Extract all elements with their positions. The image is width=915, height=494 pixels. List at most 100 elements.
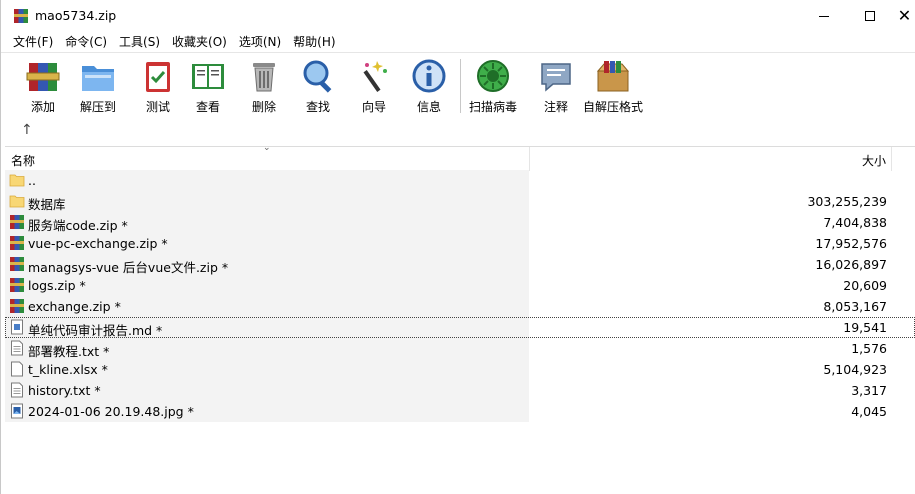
file-row[interactable]: 数据库 303,255,239 [5,191,915,212]
file-name: 2024-01-06 20.19.48.jpg * [28,404,194,419]
sort-indicator-icon: ⌄ [263,143,271,153]
file-size: 17,952,576 [815,236,887,251]
close-icon: ✕ [898,8,911,24]
file-name: 单纯代码审计报告.md * [28,320,162,339]
minimize-button[interactable] [801,0,847,32]
scan-virus-label: 扫描病毒 [469,98,517,115]
file-row[interactable]: history.txt * 3,317 [5,380,915,401]
window-title: mao5734.zip [35,8,116,23]
file-list[interactable]: .. 数据库 303,255,239 服务端code.zip * 7,404,838 vu… [5,170,915,494]
up-folder-icon[interactable]: ↑ [21,122,33,138]
comment-icon [537,57,575,95]
file-size: 19,541 [843,320,887,335]
magnifier-icon [299,57,337,95]
column-divider[interactable] [529,147,530,171]
document-file-icon [9,361,25,377]
menu-tools[interactable]: 工具(S) [113,32,166,52]
file-row[interactable]: managsys-vue 后台vue文件.zip * 16,026,897 [5,254,915,275]
file-size: 20,609 [843,278,887,293]
title-bar[interactable]: mao5734.zip ✕ [1,0,915,32]
file-row[interactable]: logs.zip * 20,609 [5,275,915,296]
menu-favorites[interactable]: 收藏夹(O) [166,32,233,52]
info-icon [410,57,448,95]
file-row[interactable]: 单纯代码审计报告.md * 19,541 [5,317,915,338]
file-name: 数据库 [28,194,66,213]
file-size: 7,404,838 [823,215,887,230]
test-clipboard-icon [139,57,177,95]
column-divider[interactable] [891,147,892,171]
trash-icon [245,57,283,95]
find-button[interactable]: 查找 [299,57,337,115]
column-size-header[interactable]: 大小 [862,152,886,169]
menu-commands[interactable]: 命令(C) [59,32,113,52]
view-book-icon [189,57,227,95]
file-row[interactable]: t_kline.xlsx * 5,104,923 [5,359,915,380]
file-name: history.txt * [28,383,101,398]
file-name: t_kline.xlsx * [28,362,108,377]
menu-file[interactable]: 文件(F) [7,32,59,52]
file-name: 部署教程.txt * [28,341,109,360]
zip-archive-icon [9,298,25,314]
file-name: 服务端code.zip * [28,215,128,234]
file-row[interactable]: 服务端code.zip * 7,404,838 [5,212,915,233]
comment-button[interactable]: 注释 [537,57,575,115]
file-row[interactable]: exchange.zip * 8,053,167 [5,296,915,317]
test-label: 测试 [146,98,170,115]
extract-folder-icon [79,57,117,95]
zip-archive-icon [9,235,25,251]
wizard-button[interactable]: 向导 [355,57,393,115]
zip-archive-icon [9,214,25,230]
file-size: 16,026,897 [815,257,887,272]
file-size: 5,104,923 [823,362,887,377]
scan-virus-button[interactable]: 扫描病毒 [469,57,517,115]
view-button[interactable]: 查看 [189,57,227,115]
file-row[interactable]: vue-pc-exchange.zip * 17,952,576 [5,233,915,254]
image-file-icon [9,403,25,419]
sfx-label: 自解压格式 [583,98,643,115]
file-name: vue-pc-exchange.zip * [28,236,168,251]
toolbar: 添加 解压到 测试 查看 删除 查找 向导 信息 扫描病毒 注释 自解压格式 [1,52,915,118]
add-button[interactable]: 添加 [24,57,62,115]
list-header: ⌄ 名称 大小 [5,146,915,170]
menu-options[interactable]: 选项(N) [233,32,287,52]
sfx-box-icon [594,57,632,95]
info-label: 信息 [417,98,441,115]
toolbar-separator [460,59,461,113]
view-label: 查看 [196,98,220,115]
file-row[interactable]: 部署教程.txt * 1,576 [5,338,915,359]
sfx-button[interactable]: 自解压格式 [583,57,643,115]
extract-to-button[interactable]: 解压到 [79,57,117,115]
text-file-icon [9,340,25,356]
wizard-label: 向导 [362,98,386,115]
menu-help[interactable]: 帮助(H) [287,32,341,52]
text-file-icon [9,382,25,398]
maximize-icon [865,11,875,21]
file-row[interactable]: .. [5,170,915,191]
folder-icon [9,193,25,209]
file-name: logs.zip * [28,278,86,293]
zip-archive-icon [9,277,25,293]
file-size: 8,053,167 [823,299,887,314]
file-size: 303,255,239 [807,194,887,209]
file-name: exchange.zip * [28,299,121,314]
menu-bar: 文件(F) 命令(C) 工具(S) 收藏夹(O) 选项(N) 帮助(H) [1,32,915,52]
winrar-app-icon [13,8,29,24]
column-name-header[interactable]: 名称 [11,152,35,169]
file-row[interactable]: 2024-01-06 20.19.48.jpg * 4,045 [5,401,915,422]
file-size: 3,317 [851,383,887,398]
extract-to-label: 解压到 [80,98,116,115]
delete-label: 删除 [252,98,276,115]
maximize-button[interactable] [847,0,893,32]
info-button[interactable]: 信息 [410,57,448,115]
markdown-file-icon [9,319,25,335]
delete-button[interactable]: 删除 [245,57,283,115]
path-bar: ↑ [1,118,915,146]
winrar-window: mao5734.zip ✕ 文件(F) 命令(C) 工具(S) 收藏夹(O) 选… [0,0,915,494]
test-button[interactable]: 测试 [139,57,177,115]
folder-icon [9,172,25,188]
file-size: 4,045 [851,404,887,419]
wizard-wand-icon [355,57,393,95]
close-button[interactable]: ✕ [893,0,915,32]
zip-archive-icon [9,256,25,272]
virus-scan-icon [474,57,512,95]
